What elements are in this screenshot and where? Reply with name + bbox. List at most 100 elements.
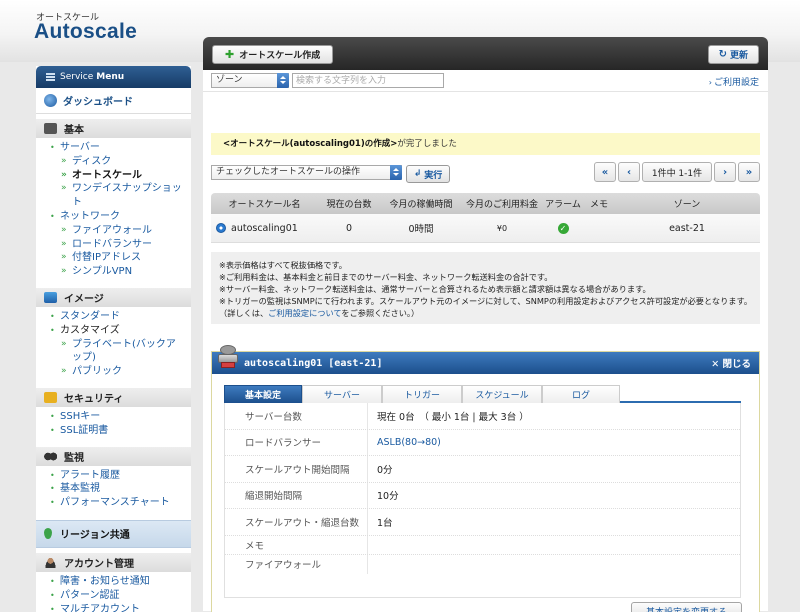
plus-icon: ✚: [225, 48, 235, 61]
zone-select[interactable]: ゾーン: [211, 73, 289, 88]
autoscale-table: オートスケール名 現在の台数 今月の稼働時間 今月のご利用料金 アラーム メモ …: [211, 193, 760, 243]
first-page-button[interactable]: «: [594, 162, 616, 182]
sidebar-item-server[interactable]: サーバー: [36, 141, 191, 155]
menu-prefix: Service: [60, 72, 94, 82]
create-autoscale-button[interactable]: ✚ オートスケール作成: [212, 45, 334, 64]
prop-value: 1台: [377, 517, 393, 529]
detail-header: autoscaling01 [east-21] ✕ 閉じる: [212, 345, 759, 374]
region-label: リージョン共通: [60, 530, 130, 542]
sidebar-item-multi-account[interactable]: マルチアカウント: [36, 603, 191, 612]
sidebar-item-private-backup[interactable]: プライベート(バックアップ): [36, 338, 191, 366]
sidebar-item-floating-ip[interactable]: 付替IPアドレス: [36, 251, 191, 265]
col-memo: メモ: [589, 200, 608, 210]
tab-basic-settings[interactable]: 基本設定: [224, 385, 302, 403]
table-header: オートスケール名 現在の台数 今月の稼働時間 今月のご利用料金 アラーム メモ …: [211, 193, 760, 214]
cell-zone: east-21: [669, 222, 705, 234]
main-toolbar: ✚ オートスケール作成 ↻ 更新: [203, 37, 768, 70]
tab-trigger[interactable]: トリガー: [382, 385, 462, 403]
tab-schedule[interactable]: スケジュール: [462, 385, 542, 403]
close-button[interactable]: ✕ 閉じる: [711, 356, 751, 370]
note-line: ※表示価格はすべて税抜価格です。: [219, 260, 347, 270]
sidebar-item-performance-chart[interactable]: パフォーマンスチャート: [36, 496, 191, 510]
prop-row: ロードバランサー ASLB(80→80): [225, 429, 740, 456]
usage-settings-help-link[interactable]: ご利用設定について: [268, 308, 341, 318]
page-info: 1件中 1-1件: [642, 162, 712, 182]
sidebar-item-firewall[interactable]: ファイアウォール: [36, 224, 191, 238]
sidebar-item-public[interactable]: パブリック: [36, 365, 191, 379]
arrow-right-icon: ›: [708, 78, 712, 87]
sidebar-item-basic-monitor[interactable]: 基本監視: [36, 482, 191, 496]
prop-row: ファイアウォール: [225, 554, 740, 574]
refresh-icon: ↻: [718, 49, 727, 60]
edit-basic-settings-button[interactable]: 基本設定を変更する: [630, 602, 742, 612]
note-line: ※トリガーの監視はSNMPにて行われます。スケールアウト元のイメージに対して、S…: [219, 295, 760, 319]
notes-box: ※表示価格はすべて税抜価格です。 ※ご利用料金は、基本料金と前日までのサーバー料…: [211, 252, 760, 324]
sidebar-item-dashboard[interactable]: ダッシュボード: [36, 88, 191, 114]
sidebar-item-alert-history[interactable]: アラート履歴: [36, 469, 191, 483]
sidebar-list-monitor: アラート履歴 基本監視 パフォーマンスチャート: [36, 466, 191, 514]
prop-key: メモ: [225, 535, 368, 554]
sidebar-item-ssh-key[interactable]: SSHキー: [36, 410, 191, 424]
sidebar-item-simple-vpn[interactable]: シンプルVPN: [36, 265, 191, 279]
lock-icon: [44, 391, 57, 403]
execute-label: 実行: [424, 170, 443, 181]
create-label: オートスケール作成: [239, 51, 321, 61]
sidebar-item-oneday-snapshot[interactable]: ワンデイスナップショット: [36, 182, 191, 210]
select-arrow-icon: [390, 165, 402, 180]
sidebar-item-standard[interactable]: スタンダード: [36, 310, 191, 324]
sidebar-item-disk[interactable]: ディスク: [36, 155, 191, 169]
sidebar-section-security: セキュリティ: [36, 387, 191, 407]
location-pin-icon: [44, 528, 52, 540]
tab-log[interactable]: ログ: [542, 385, 620, 403]
table-row[interactable]: autoscaling01 0 0時間 ¥0 ✓ east-21: [211, 214, 760, 243]
section-label: イメージ: [64, 293, 104, 305]
sidebar-section-image: イメージ: [36, 287, 191, 307]
user-icon: [44, 556, 57, 568]
check-icon: ✓: [557, 222, 569, 234]
cell-memo: [584, 214, 614, 242]
execute-button[interactable]: ↲ 実行: [406, 165, 450, 183]
menu-icon: [46, 73, 55, 81]
col-hours: 今月の稼働時間: [389, 200, 453, 210]
search-input[interactable]: [292, 73, 444, 88]
refresh-label: 更新: [729, 51, 748, 61]
prop-row: メモ: [225, 535, 740, 555]
prop-value: 現在 0台 （ 最小 1台 | 最大 3台 ）: [377, 411, 529, 423]
sidebar-item-region-common[interactable]: リージョン共通: [36, 519, 191, 548]
section-label: 基本: [64, 125, 84, 136]
action-row: チェックしたオートスケールの操作 ↲ 実行 « ‹ 1件中 1-1件 › »: [211, 162, 760, 184]
prev-page-button[interactable]: ‹: [618, 162, 640, 182]
sidebar-item-network[interactable]: ネットワーク: [36, 210, 191, 224]
prop-key: サーバー台数: [225, 403, 368, 429]
bulk-action-value: チェックしたオートスケールの操作: [216, 167, 361, 177]
autoscale-name: autoscaling01: [231, 222, 298, 234]
sidebar-item-ssl-cert[interactable]: SSL証明書: [36, 424, 191, 438]
usage-settings-link[interactable]: › ご利用設定: [709, 75, 759, 88]
monitor-icon: [44, 291, 57, 303]
arrow-icon: ↲: [413, 169, 422, 179]
bulk-action-select[interactable]: チェックしたオートスケールの操作: [211, 165, 402, 180]
filter-row: ゾーン ›ご利用設定: [203, 70, 768, 92]
server-icon: [218, 345, 238, 369]
prop-key: ロードバランサー: [225, 429, 368, 455]
note-tail: をご参照ください。）: [341, 308, 420, 318]
refresh-button[interactable]: ↻ 更新: [707, 45, 759, 64]
next-page-button[interactable]: ›: [714, 162, 736, 182]
cell-hours: 0時間: [408, 224, 434, 235]
last-page-button[interactable]: »: [738, 162, 760, 182]
dashboard-label: ダッシュボード: [63, 97, 133, 108]
sidebar-item-pattern-auth[interactable]: パターン認証: [36, 589, 191, 603]
sidebar-list-account: 障害・お知らせ通知 パターン認証 マルチアカウント: [36, 572, 191, 612]
sidebar-item-loadbalancer[interactable]: ロードバランサー: [36, 238, 191, 252]
tab-server[interactable]: サーバー: [302, 385, 382, 403]
detail-panel: autoscaling01 [east-21] ✕ 閉じる 基本設定 サーバー …: [211, 345, 760, 612]
cell-alarm: ✓: [542, 214, 584, 242]
sidebar-item-notifications[interactable]: 障害・お知らせ通知: [36, 575, 191, 589]
sidebar-item-autoscale[interactable]: オートスケール: [36, 169, 191, 183]
row-radio[interactable]: [216, 223, 226, 233]
service-menu-header: Service Menu: [36, 66, 191, 88]
loadbalancer-link[interactable]: ASLB(80→80): [368, 437, 441, 448]
note-line: ※サーバー料金、ネットワーク転送料金は、通常サーバーと合算されるため表示額と請求…: [219, 284, 651, 294]
prop-key: スケールアウト・縮退台数: [225, 509, 368, 535]
dashboard-icon: [44, 94, 57, 107]
